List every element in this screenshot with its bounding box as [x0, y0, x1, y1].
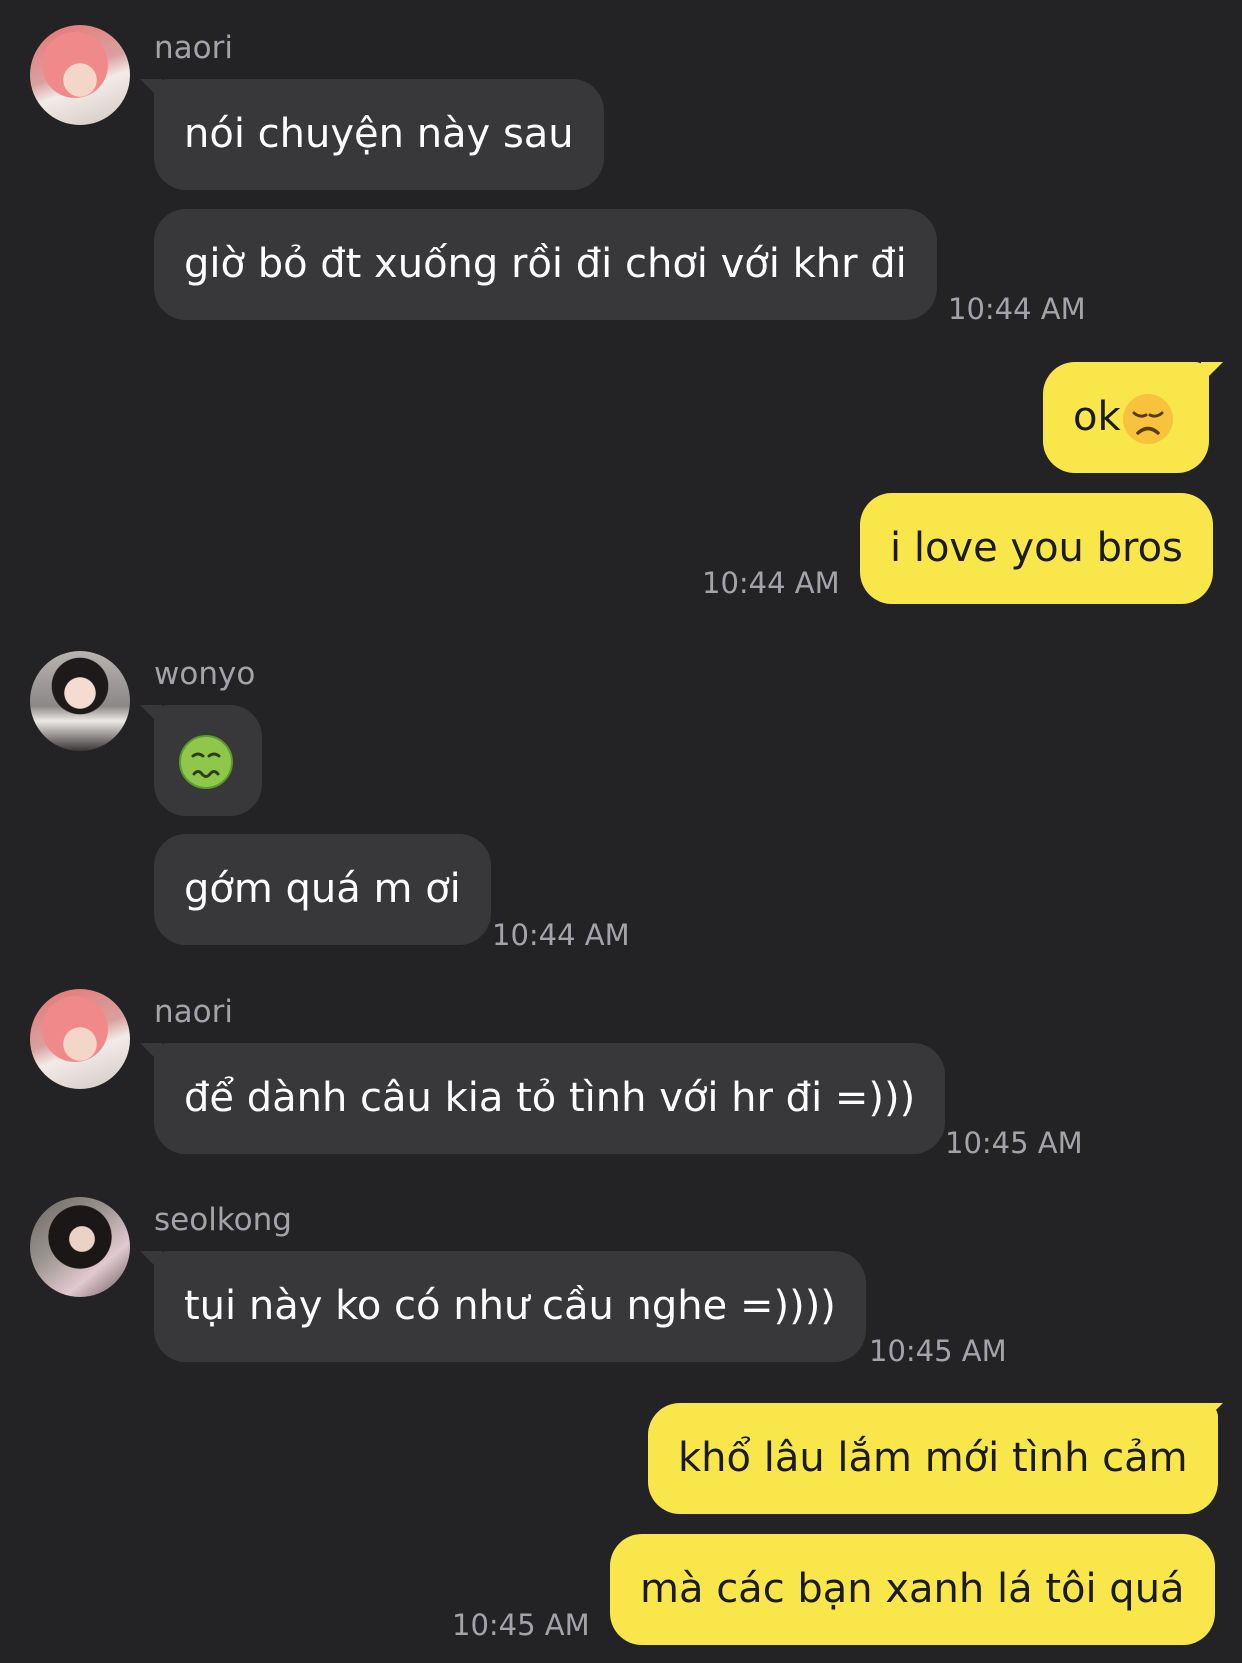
message-bubble[interactable]: khổ lâu lắm mới tình cảm — [648, 1403, 1218, 1514]
message-text: ok — [1073, 394, 1121, 440]
message-timestamp: 10:45 AM — [452, 1608, 590, 1642]
message-bubble[interactable]: mà các bạn xanh lá tôi quá — [610, 1534, 1215, 1645]
naori-avatar[interactable] — [30, 989, 130, 1089]
message-bubble[interactable]: gớm quá m ơi — [154, 834, 491, 945]
naori-avatar[interactable] — [30, 25, 130, 125]
sender-name: wonyo — [154, 656, 256, 692]
message-bubble[interactable]: nói chuyện này sau — [154, 79, 604, 190]
wonyo-avatar[interactable] — [30, 651, 130, 751]
seolkong-avatar[interactable] — [30, 1197, 130, 1297]
sender-name: naori — [154, 994, 233, 1030]
sender-name: seolkong — [154, 1202, 292, 1238]
message-bubble[interactable]: giờ bỏ đt xuống rồi đi chơi với khr đi — [154, 209, 937, 320]
message-timestamp: 10:44 AM — [948, 292, 1086, 326]
disappointed-face-icon — [1121, 392, 1175, 446]
message-timestamp: 10:45 AM — [945, 1126, 1083, 1160]
message-bubble[interactable]: i love you bros — [860, 493, 1213, 604]
message-timestamp: 10:44 AM — [492, 918, 630, 952]
message-timestamp: 10:44 AM — [702, 566, 840, 600]
message-bubble[interactable]: tụi này ko có như cầu nghe =)))) — [154, 1251, 866, 1362]
sender-name: naori — [154, 30, 233, 66]
message-bubble[interactable]: để dành câu kia tỏ tình với hr đi =))) — [154, 1043, 946, 1154]
message-bubble[interactable]: ok — [1043, 362, 1209, 473]
nauseated-face-icon — [178, 734, 234, 790]
message-bubble[interactable] — [154, 705, 262, 816]
message-timestamp: 10:45 AM — [869, 1334, 1007, 1368]
